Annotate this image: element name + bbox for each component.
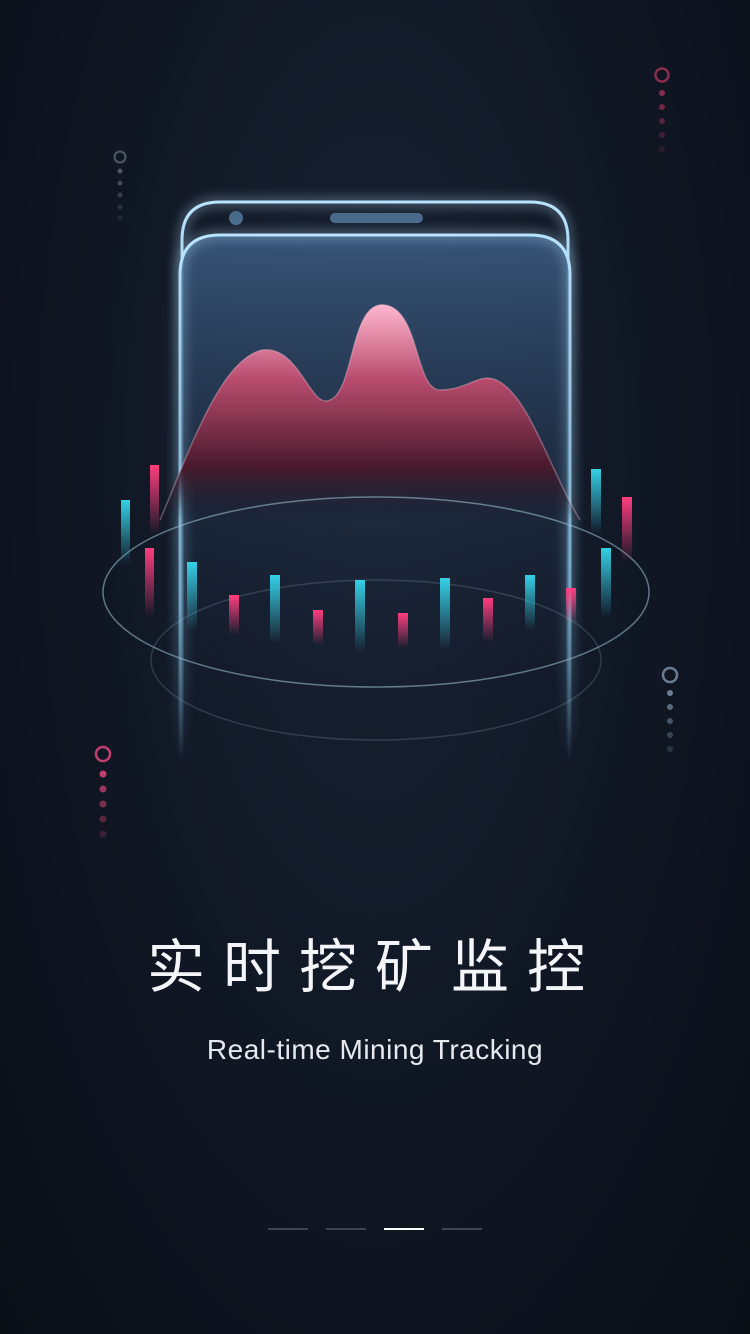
page-subtitle: Real-time Mining Tracking	[206, 1034, 544, 1065]
decorative-dot-column-top-left	[113, 150, 127, 221]
decorative-dot-column-mid-left	[94, 745, 112, 838]
phone-speaker	[330, 213, 423, 223]
page-indicator	[268, 1228, 482, 1230]
phone-illustration	[94, 67, 679, 838]
page-indicator-dot-4[interactable]	[442, 1228, 482, 1230]
phone-camera-dot	[229, 211, 243, 225]
decorative-dot-column-mid-right	[661, 666, 679, 752]
decorative-dot-column-top-right	[654, 67, 670, 152]
page-title: 实时挖矿监控	[146, 933, 603, 1001]
page-indicator-dot-3-active[interactable]	[384, 1228, 424, 1230]
page-indicator-dot-1[interactable]	[268, 1228, 308, 1230]
page-indicator-dot-2[interactable]	[326, 1228, 366, 1230]
